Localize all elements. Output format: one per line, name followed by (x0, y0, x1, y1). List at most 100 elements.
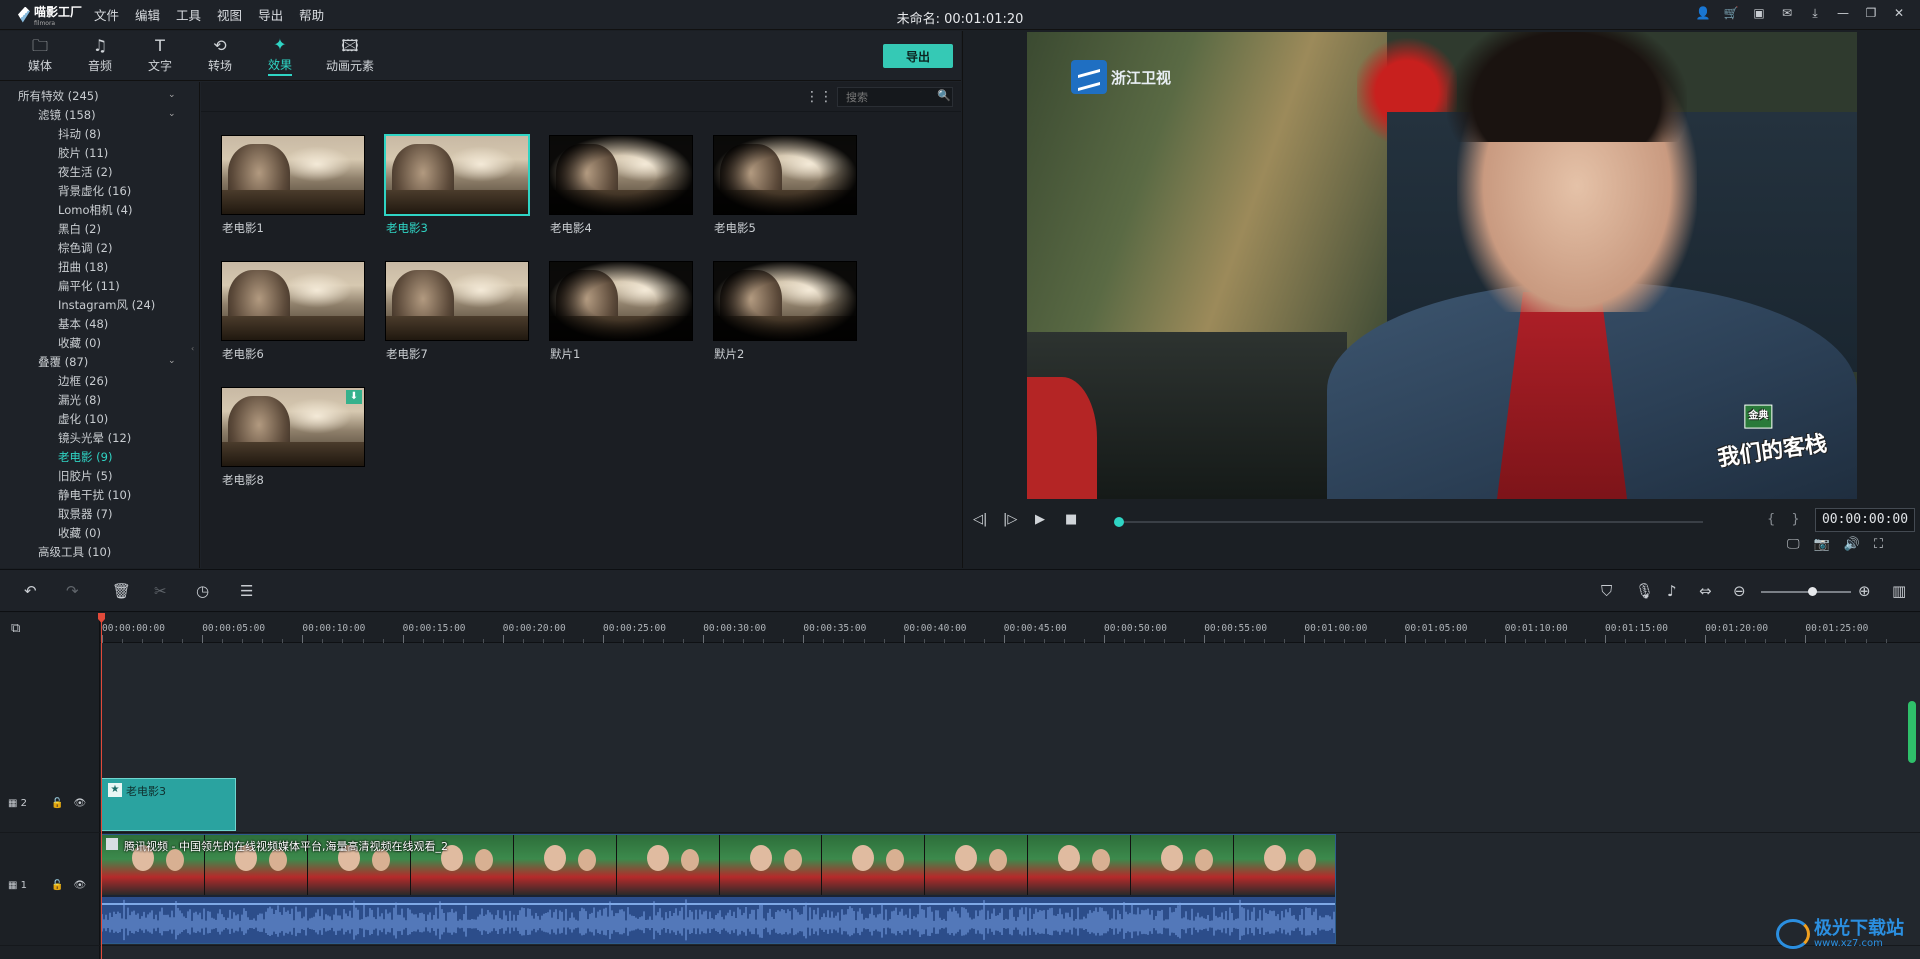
tab-media[interactable]: 🗀 媒体 (10, 31, 70, 80)
effect-thumbnail[interactable] (385, 135, 529, 215)
menu-view[interactable]: 视图 (217, 5, 242, 24)
tab-effects[interactable]: ✦ 效果 (250, 31, 310, 80)
tree-item[interactable]: 取景器 (7) (0, 506, 112, 525)
playback-progress-knob[interactable] (1114, 517, 1124, 527)
undo-icon[interactable]: ↶ (24, 582, 37, 600)
tree-item[interactable]: 黑白 (2) (0, 221, 101, 240)
tree-item[interactable]: 静电干扰 (10) (0, 487, 131, 506)
fit-timeline-icon[interactable]: ⇔ (1699, 582, 1712, 600)
mail-icon[interactable]: ✉ (1780, 6, 1794, 20)
tree-item[interactable]: 老电影 (9) (0, 449, 112, 468)
close-icon[interactable]: ✕ (1892, 6, 1906, 20)
stop-icon[interactable]: ■ (1065, 512, 1077, 527)
menu-edit[interactable]: 编辑 (135, 5, 160, 24)
snapshot-icon[interactable]: 📷 (1814, 537, 1830, 552)
chevron-down-icon[interactable]: ⌄ (168, 356, 176, 366)
tree-item[interactable]: 所有特效 (245) (0, 88, 99, 107)
collapse-panel-icon[interactable]: ‹ (191, 344, 194, 353)
eye-icon[interactable]: 👁 (73, 880, 86, 891)
tree-item[interactable]: 漏光 (8) (0, 392, 101, 411)
chevron-down-icon[interactable]: ⌄ (168, 109, 176, 119)
voiceover-icon[interactable]: 🎙 (1635, 582, 1654, 600)
timeline-ruler[interactable]: 00:00:00:00 00:00:05:00 00:00:10:00 00:00:1… (100, 613, 1920, 643)
minimize-icon[interactable]: — (1836, 6, 1850, 20)
effect-thumbnail[interactable]: ⬇ (221, 387, 365, 467)
volume-icon[interactable]: 🔊 (1844, 537, 1860, 552)
lock-icon[interactable]: 🔓 (51, 880, 63, 891)
restore-icon[interactable]: ❐ (1864, 6, 1878, 20)
tree-item[interactable]: 镜头光晕 (12) (0, 430, 131, 449)
add-track-icon[interactable]: ⧉ (11, 621, 20, 636)
tree-item[interactable]: 扁平化 (11) (0, 278, 120, 297)
speed-icon[interactable]: ◷ (196, 582, 209, 600)
effect-thumbnail[interactable] (221, 261, 365, 341)
play-icon[interactable]: ▶ (1035, 512, 1045, 527)
tree-item[interactable]: 高级工具 (10) (0, 544, 111, 563)
effect-thumbnail[interactable] (549, 261, 693, 341)
zoom-out-icon[interactable]: ⊖ (1733, 582, 1746, 600)
menu-export[interactable]: 导出 (258, 5, 283, 24)
download-icon[interactable]: ⬇ (346, 390, 362, 404)
tree-item[interactable]: 棕色调 (2) (0, 240, 112, 259)
redo-icon[interactable]: ↷ (66, 582, 79, 600)
zoom-slider-knob[interactable] (1808, 587, 1817, 596)
tab-text[interactable]: T 文字 (130, 31, 190, 80)
previous-frame-icon[interactable]: ◁| (973, 512, 987, 527)
menu-help[interactable]: 帮助 (299, 5, 324, 24)
effects-gallery: ⋮⋮⋮ 🔍 老电影1 老电影3 老电影4 老电影5 老电影6 老电影7 默片1 默片2 ⬇ 老电影… (201, 82, 961, 568)
cut-icon[interactable]: ✂ (154, 582, 167, 600)
tree-item[interactable]: 夜生活 (2) (0, 164, 112, 183)
zoom-in-icon[interactable]: ⊕ (1858, 582, 1871, 600)
chevron-down-icon[interactable]: ⌄ (168, 90, 176, 100)
thumb-sun (282, 146, 352, 182)
menu-file[interactable]: 文件 (94, 5, 119, 24)
eye-icon[interactable]: 👁 (73, 798, 86, 809)
audio-mixer-icon[interactable]: ♪ (1667, 582, 1677, 600)
playback-progress-track[interactable] (1118, 521, 1703, 523)
menu-tools[interactable]: 工具 (176, 5, 201, 24)
render-preview-icon[interactable]: 🖵 (1787, 537, 1800, 552)
effect-thumbnail[interactable] (713, 261, 857, 341)
download-icon[interactable]: ⤓ (1808, 6, 1822, 20)
effect-thumbnail[interactable] (221, 135, 365, 215)
tree-item[interactable]: 基本 (48) (0, 316, 108, 335)
tree-item[interactable]: 胶片 (11) (0, 145, 108, 164)
save-icon[interactable]: ▣ (1752, 6, 1766, 20)
search-input[interactable] (837, 87, 953, 107)
fullscreen-icon[interactable]: ⛶ (1874, 537, 1883, 552)
effect-thumbnail[interactable] (713, 135, 857, 215)
search-icon[interactable]: 🔍 (937, 89, 951, 102)
adjust-icon[interactable]: ☰ (240, 582, 253, 600)
lock-icon[interactable]: 🔓 (51, 798, 63, 809)
effect-thumbnail[interactable] (549, 135, 693, 215)
tree-item[interactable]: 扭曲 (18) (0, 259, 108, 278)
export-button[interactable]: 导出 (883, 44, 953, 68)
tree-item[interactable]: 叠覆 (87) (0, 354, 88, 373)
tab-transitions[interactable]: ⟲ 转场 (190, 31, 250, 80)
tree-item[interactable]: 收藏 (0) (0, 525, 101, 544)
effect-thumbnail[interactable] (385, 261, 529, 341)
effect-clip[interactable]: ★ 老电影3 (101, 778, 236, 831)
tree-item[interactable]: Lomo相机 (4) (0, 202, 132, 221)
zoom-slider-track[interactable] (1761, 591, 1851, 593)
video-clip[interactable]: 腾讯视频 - 中国领先的在线视频媒体平台,海量高清视频在线观看_2 (101, 834, 1336, 944)
tree-item[interactable]: 边框 (26) (0, 373, 108, 392)
tree-item[interactable]: 虚化 (10) (0, 411, 108, 430)
vertical-scrollbar[interactable] (1908, 701, 1916, 763)
tree-item[interactable]: 旧胶片 (5) (0, 468, 112, 487)
tab-elements[interactable]: 🖾 动画元素 (310, 31, 390, 80)
cart-icon[interactable]: 🛒 (1724, 6, 1739, 20)
tree-item[interactable]: 背景虚化 (16) (0, 183, 131, 202)
tree-item[interactable]: 收藏 (0) (0, 335, 101, 354)
tree-item[interactable]: Instagram风 (24) (0, 297, 155, 316)
tab-audio[interactable]: ♫ 音频 (70, 31, 130, 80)
layout-toggle-icon[interactable]: ▥ (1892, 582, 1906, 600)
account-icon[interactable]: 👤 (1696, 6, 1711, 20)
tree-item[interactable]: 抖动 (8) (0, 126, 101, 145)
ruler-tick-minor (1765, 639, 1767, 643)
marker-icon[interactable]: ⛉ (1601, 582, 1612, 600)
play-frame-icon[interactable]: |▷ (1003, 512, 1017, 527)
delete-icon[interactable]: 🗑 (112, 582, 131, 600)
tree-item[interactable]: 滤镜 (158) (0, 107, 96, 126)
mark-in-out[interactable]: { } (1767, 512, 1806, 527)
